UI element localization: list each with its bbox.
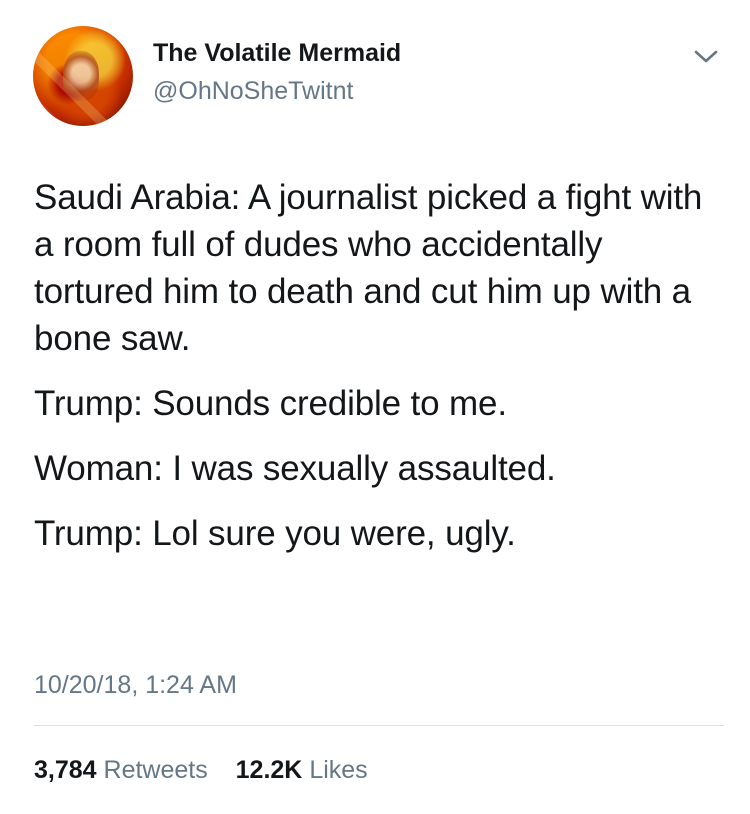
tweet-paragraph: Saudi Arabia: A journalist picked a figh… [34, 178, 703, 358]
profile-avatar-icon[interactable] [33, 26, 133, 126]
tweet-paragraph: Woman: I was sexually assaulted. [34, 449, 556, 488]
retweets-label[interactable]: Retweets [104, 756, 208, 784]
divider [34, 725, 724, 726]
retweets-count[interactable]: 3,784 [34, 756, 97, 784]
chevron-down-icon[interactable] [689, 42, 723, 70]
tweet-body: Saudi Arabia: A journalist picked a figh… [34, 174, 724, 557]
tweet-paragraph: Trump: Sounds credible to me. [34, 384, 507, 423]
display-name[interactable]: The Volatile Mermaid [153, 38, 401, 68]
likes-count[interactable]: 12.2K [236, 756, 303, 784]
likes-label[interactable]: Likes [309, 756, 367, 784]
tweet-stats: 3,784 Retweets 12.2K Likes [34, 755, 368, 785]
tweet-timestamp[interactable]: 10/20/18, 1:24 AM [34, 670, 237, 700]
user-handle[interactable]: @OhNoSheTwitnt [153, 76, 353, 106]
tweet-card: The Volatile Mermaid @OhNoSheTwitnt Saud… [0, 0, 750, 814]
tweet-paragraph: Trump: Lol sure you were, ugly. [34, 514, 516, 553]
